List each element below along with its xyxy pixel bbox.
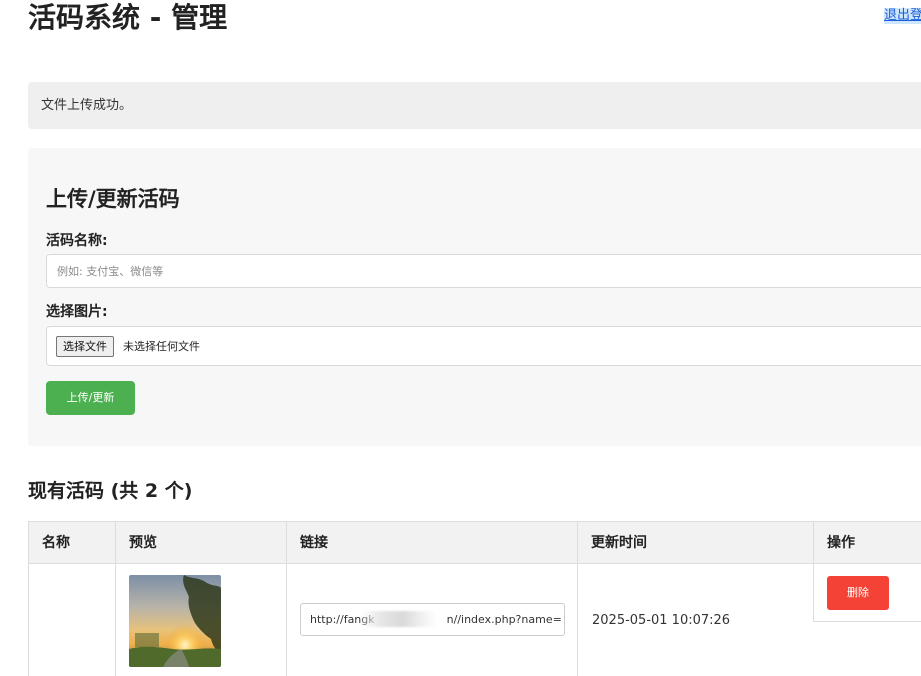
column-header-link: 链接 (286, 521, 577, 564)
file-status-text: 未选择任何文件 (123, 340, 200, 353)
table-cell-preview (115, 564, 286, 676)
image-file-input[interactable]: 选择文件 未选择任何文件 (46, 326, 921, 366)
table-cell-action: 删除 (813, 564, 921, 622)
upload-update-button[interactable]: 上传/更新 (46, 381, 135, 415)
code-link-field[interactable]: http://fangk n//index.php?name= (300, 603, 565, 636)
qr-preview-image[interactable] (129, 575, 221, 667)
table-cell-name (28, 564, 115, 676)
codes-table: 名称 预览 链接 更新时间 操作 http://fangk n//index.p… (28, 521, 921, 676)
admin-page: 活码系统 - 管理 退出登录 文件上传成功。 上传/更新活码 活码名称: 选择图… (0, 0, 921, 676)
column-header-action: 操作 (813, 521, 921, 564)
upload-form-panel: 上传/更新活码 活码名称: 选择图片: 选择文件 未选择任何文件 上传/更新 (28, 148, 921, 446)
delete-button[interactable]: 删除 (827, 576, 889, 610)
success-notice: 文件上传成功。 (28, 82, 921, 129)
redaction-blur (361, 611, 437, 627)
code-name-label: 活码名称: (46, 233, 108, 249)
table-cell-updated: 2025-05-01 10:07:26 (577, 564, 813, 676)
column-header-updated: 更新时间 (577, 521, 813, 564)
code-name-input[interactable] (46, 254, 921, 288)
column-header-name: 名称 (28, 521, 115, 564)
logout-link[interactable]: 退出登录 (884, 8, 921, 24)
table-cell-link: http://fangk n//index.php?name= (286, 564, 577, 676)
upload-form-title: 上传/更新活码 (46, 187, 180, 211)
codes-list-title: 现有活码 (共 2 个) (28, 480, 193, 502)
page-title: 活码系统 - 管理 (28, 1, 228, 34)
column-header-preview: 预览 (115, 521, 286, 564)
updated-time: 2025-05-01 10:07:26 (592, 613, 731, 628)
code-link-suffix: n//index.php?name= (446, 613, 562, 626)
image-select-label: 选择图片: (46, 304, 108, 320)
choose-file-button[interactable]: 选择文件 (56, 336, 114, 357)
